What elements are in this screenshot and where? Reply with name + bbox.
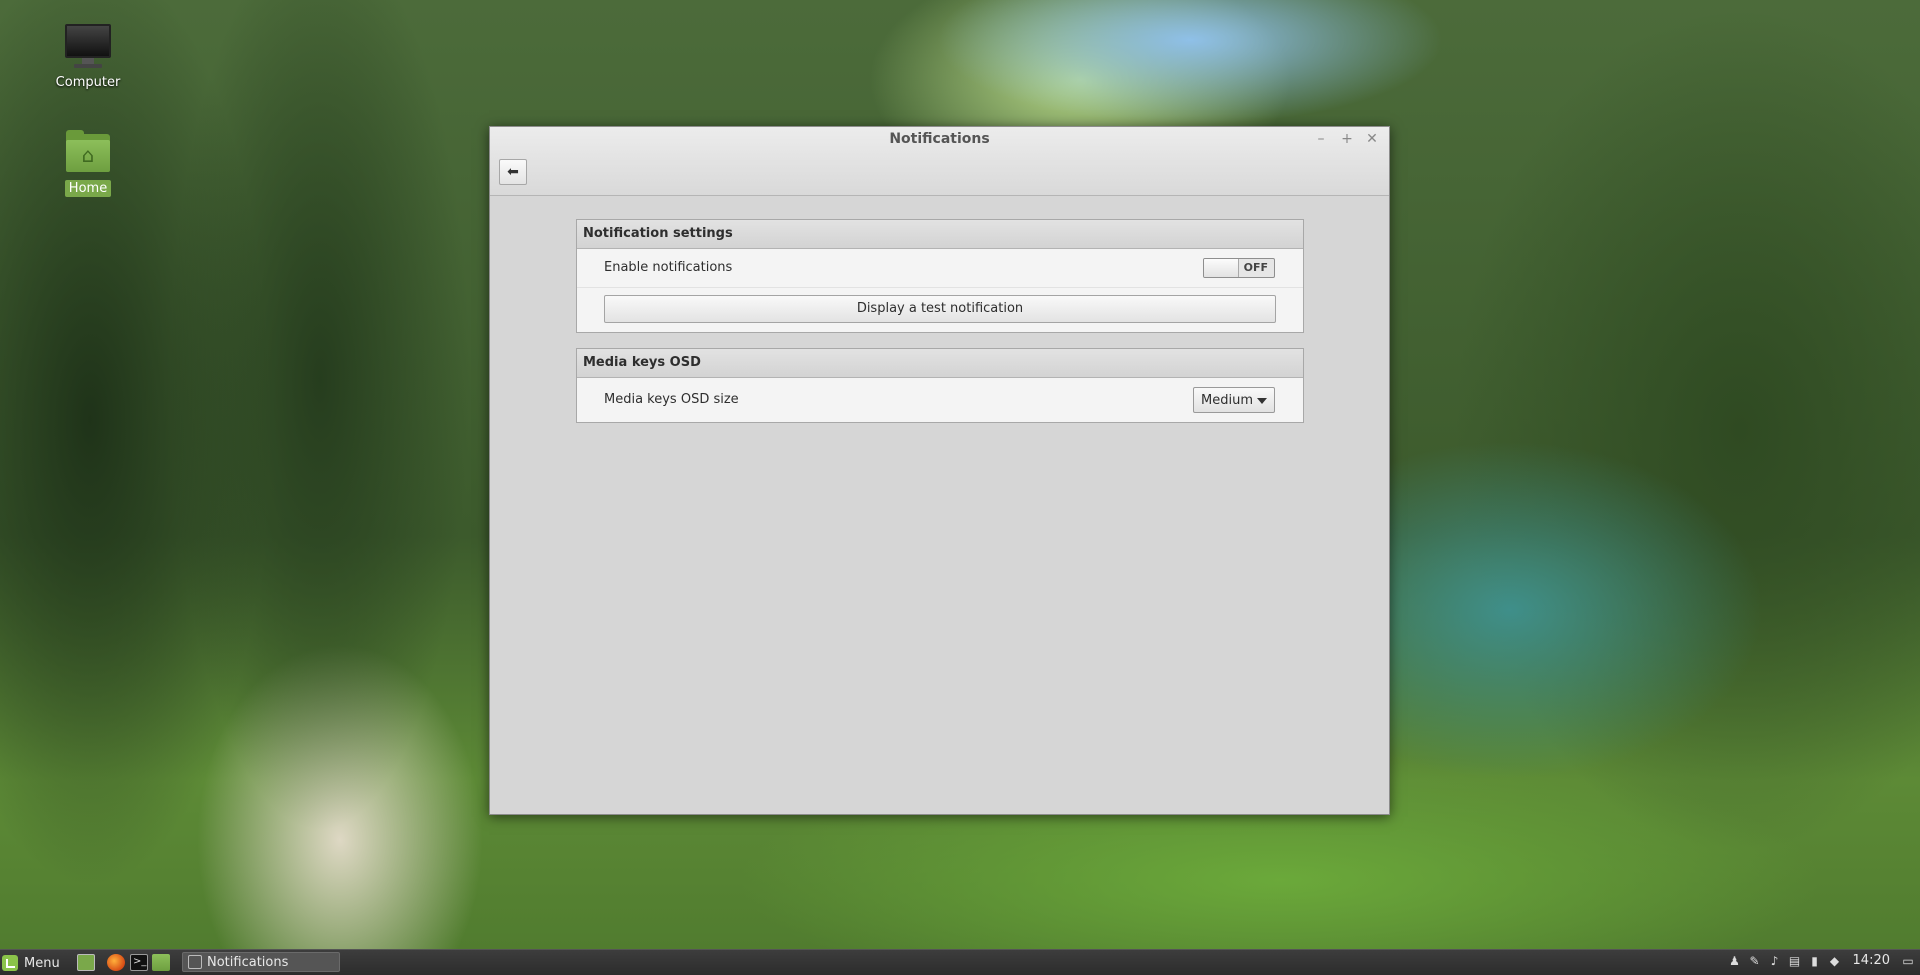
media-keys-osd-size-dropdown[interactable]: Medium [1193,387,1275,413]
task-title: Notifications [207,954,289,970]
desktop-icon-home[interactable]: ⌂ Home [38,130,138,197]
home-folder-icon: ⌂ [63,130,113,176]
user-icon[interactable]: ♟ [1729,954,1741,968]
switch-state: OFF [1243,261,1268,274]
dropdown-value: Medium [1201,393,1253,408]
shield-icon[interactable]: ◆ [1829,954,1841,968]
enable-notifications-switch[interactable]: OFF [1203,258,1275,278]
terminal-icon[interactable]: >_ [130,954,148,971]
menu-label: Menu [24,955,60,971]
desktop-icon-label: Computer [55,75,121,90]
close-icon[interactable]: ✕ [1364,131,1380,147]
menu-button[interactable]: Menu [2,953,60,973]
section-header: Media keys OSD [577,349,1303,378]
firefox-icon[interactable] [107,954,125,971]
show-desktop-tray-icon[interactable]: ▭ [1902,954,1914,968]
taskbar: Menu >_ Notifications ♟ ✎ ♪ ▤ ▮ ◆ 14:20 … [0,949,1920,975]
media-keys-osd-size-label: Media keys OSD size [604,392,739,407]
notifications-app-icon [188,955,202,969]
chevron-down-icon [1257,398,1267,404]
maximize-icon[interactable]: + [1339,131,1355,147]
display-test-notification-button[interactable]: Display a test notification [604,295,1276,323]
test-notification-row: Display a test notification [577,288,1303,332]
media-keys-osd-size-row: Media keys OSD size Medium [577,378,1303,422]
clipboard-icon[interactable]: ▤ [1789,954,1801,968]
notification-settings-section: Notification settings Enable notificatio… [576,219,1304,333]
notifications-window: Notifications – + ✕ ⬅ Notification setti… [489,126,1390,815]
computer-icon [63,24,113,70]
window-titlebar[interactable]: Notifications – + ✕ ⬅ [490,127,1389,196]
media-keys-osd-section: Media keys OSD Media keys OSD size Mediu… [576,348,1304,423]
arrow-left-icon: ⬅ [507,164,519,180]
section-header: Notification settings [577,220,1303,249]
clock[interactable]: 14:20 [1853,953,1890,968]
back-button[interactable]: ⬅ [499,159,527,185]
files-icon[interactable] [152,954,170,971]
desktop-icon-computer[interactable]: Computer [38,24,138,91]
window-title: Notifications [889,131,990,147]
desktop-icon-label: Home [64,180,112,197]
pen-icon[interactable]: ✎ [1749,954,1761,968]
enable-notifications-row: Enable notifications OFF [577,249,1303,288]
enable-notifications-label: Enable notifications [604,260,733,275]
minimize-icon[interactable]: – [1313,131,1329,147]
volume-icon[interactable]: ♪ [1769,954,1781,968]
mint-logo-icon [2,955,18,971]
taskbar-window-notifications[interactable]: Notifications [182,952,340,972]
network-icon[interactable]: ▮ [1809,954,1821,968]
system-tray: ♟ ✎ ♪ ▤ ▮ ◆ 14:20 ▭ [1729,953,1914,968]
switch-knob [1204,259,1239,277]
show-desktop-icon[interactable] [77,954,95,971]
